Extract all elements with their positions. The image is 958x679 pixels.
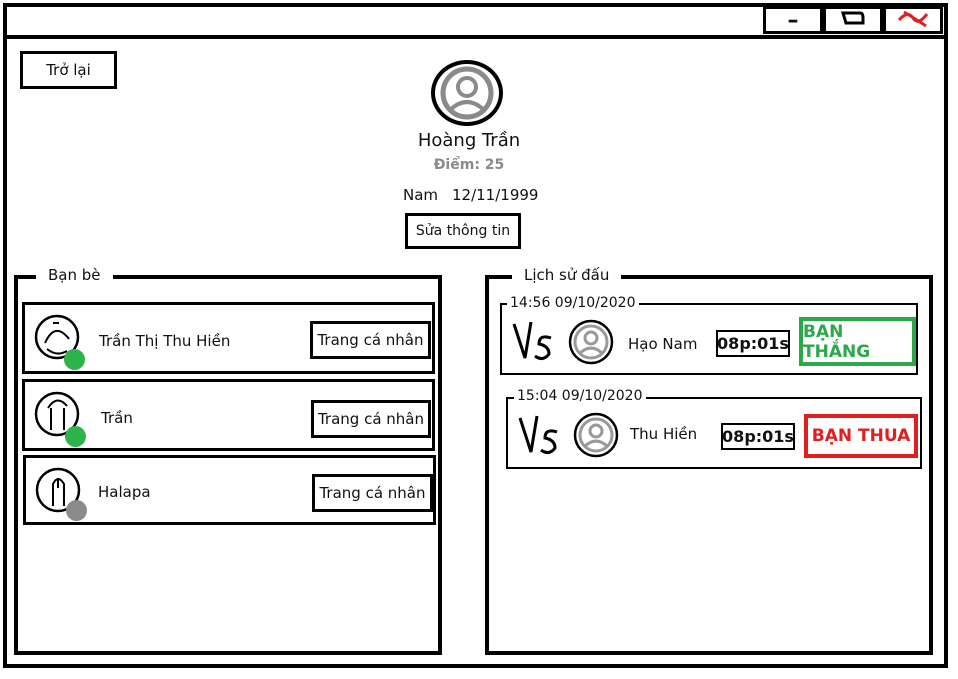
friends-panel-title: Bạn bè	[36, 266, 113, 286]
match-result-win: BẠN THẮNG	[799, 317, 916, 366]
match-datetime: 14:56 09/10/2020	[507, 295, 639, 311]
minimize-icon: –	[787, 7, 799, 33]
friend-profile-label: Trang cá nhân	[319, 484, 426, 502]
status-online-dot	[64, 349, 85, 370]
match-datetime: 15:04 09/10/2020	[514, 388, 646, 404]
friend-name: Halapa	[98, 483, 151, 501]
friend-profile-button[interactable]: Trang cá nhân	[312, 474, 433, 512]
opponent-name: Thu Hiền	[630, 425, 698, 443]
close-icon	[896, 8, 930, 32]
profile-avatar[interactable]	[431, 60, 503, 126]
profile-score: Điểm: 25	[433, 157, 505, 173]
user-avatar-icon	[568, 319, 614, 365]
status-online-dot	[65, 426, 86, 447]
status-offline-dot	[66, 500, 87, 521]
close-button[interactable]	[883, 6, 943, 34]
friend-profile-button[interactable]: Trang cá nhân	[310, 321, 431, 359]
match-result-loss: BẠN THUA	[804, 414, 918, 458]
friend-row: Halapa Trang cá nhân	[23, 455, 436, 525]
edit-profile-button[interactable]: Sửa thông tin	[405, 213, 521, 249]
edit-profile-label: Sửa thông tin	[415, 223, 511, 239]
opponent-avatar	[567, 318, 615, 366]
versus-icon	[511, 318, 557, 364]
match-duration: 08p:01s	[721, 423, 795, 450]
friend-profile-label: Trang cá nhân	[317, 331, 424, 349]
friend-name: Trần	[101, 409, 133, 427]
back-button[interactable]: Trở lại	[20, 51, 117, 89]
profile-gender: Nam	[403, 186, 439, 204]
minimize-button[interactable]: –	[763, 6, 823, 34]
match-history-title: Lịch sử đấu	[512, 266, 622, 286]
profile-birthday: 12/11/1999	[452, 186, 539, 204]
user-avatar-icon	[573, 412, 619, 458]
back-button-label: Trở lại	[46, 61, 91, 79]
opponent-avatar	[572, 411, 620, 459]
maximize-icon	[840, 10, 866, 30]
friend-profile-label: Trang cá nhân	[317, 410, 425, 428]
friend-row: Trần Trang cá nhân	[22, 379, 435, 451]
profile-name: Hoàng Trần	[417, 130, 521, 151]
friend-name: Trần Thị Thu Hiền	[99, 332, 231, 350]
maximize-button[interactable]	[823, 6, 883, 34]
friend-row: Trần Thị Thu Hiền Trang cá nhân	[22, 302, 435, 374]
friend-profile-button[interactable]: Trang cá nhân	[311, 400, 431, 438]
opponent-name: Hạo Nam	[628, 335, 698, 353]
user-avatar-icon	[440, 66, 494, 120]
versus-icon	[517, 412, 563, 458]
match-duration: 08p:01s	[716, 330, 790, 357]
